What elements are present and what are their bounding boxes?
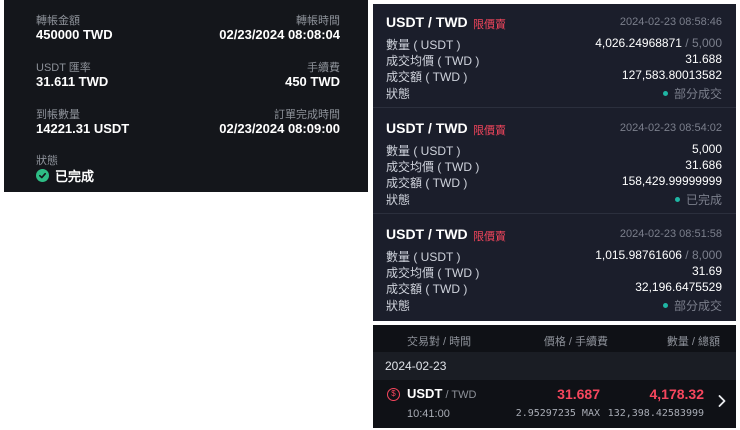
order-status-value: 已完成 [674,191,722,208]
status-badge: 已完成 [36,166,94,185]
col-pair-time: 交易對 / 時間 [407,336,472,348]
trade-time: 10:41:00 [407,408,450,420]
fee-label: 手續費 [307,62,340,74]
trade-total: 132,398.42583999 [607,408,704,419]
order-qty-value: 5,000 [691,142,722,156]
order-avg-value: 31.686 [685,158,722,172]
fee-value: 450 TWD [285,74,340,89]
order-amount-label: 成交額 ( TWD ) [386,70,468,84]
history-header: 交易對 / 時間 價格 / 手續費 數量 / 總額 [373,325,736,352]
trade-history-panel: 交易對 / 時間 價格 / 手續費 數量 / 總額 2024-02-23 $ U… [373,325,736,428]
trade-price: 31.687 [557,386,600,402]
transfer-amount-label: 轉帳金額 [36,15,80,27]
order-status-label: 狀態 [386,299,411,313]
trade-fee: 2.95297235 MAX [515,408,600,419]
transfer-amount-value: 450000 TWD [36,27,113,42]
order-time: 2024-02-23 08:51:58 [619,228,722,240]
col-price-fee: 價格 / 手續費 [543,336,608,348]
order-qty-label: 數量 ( USDT ) [386,250,461,264]
col-qty-total: 數量 / 總額 [666,336,720,348]
order-avg-label: 成交均價 ( TWD ) [386,160,480,174]
transfer-time-label: 轉帳時間 [296,15,340,27]
received-amount-value: 14221.31 USDT [36,121,130,136]
order-avg-value: 31.688 [685,52,722,66]
orders-panel: USDT / TWD 限價賣 2024-02-23 08:58:46 數量 ( … [373,4,736,321]
order-card[interactable]: USDT / TWD 限價賣 2024-02-23 08:54:02 數量 ( … [373,110,736,214]
order-type-tag: 限價賣 [473,231,506,243]
order-time: 2024-02-23 08:54:02 [619,122,722,134]
usdt-rate-value: 31.611 TWD [36,74,109,89]
date-group-header: 2024-02-23 [373,352,736,380]
order-status-value: 部分成交 [662,85,722,102]
order-time: 2024-02-23 08:58:46 [619,16,722,28]
transfer-time-value: 02/23/2024 08:08:04 [219,27,340,42]
divider [373,107,736,108]
completed-time-label: 訂單完成時間 [274,109,340,121]
order-pair: USDT / TWD [386,14,468,30]
order-pair: USDT / TWD [386,226,468,242]
status-dot-icon [662,303,668,309]
order-qty-label: 數量 ( USDT ) [386,38,461,52]
order-status-value: 部分成交 [662,297,722,314]
received-amount-label: 到帳數量 [36,109,80,121]
order-amount-label: 成交額 ( TWD ) [386,282,468,296]
order-amount-value: 32,196.6475529 [635,280,722,294]
order-card[interactable]: USDT / TWD 限價賣 2024-02-23 08:51:58 數量 ( … [373,216,736,320]
chevron-right-icon[interactable] [718,395,726,410]
order-status-label: 狀態 [386,87,411,101]
check-circle-icon [36,169,49,182]
order-qty-value: 4,026.24968871 / 5,000 [595,36,722,50]
trade-pair: USDT / TWD [407,386,477,401]
order-status-label: 狀態 [386,193,411,207]
order-avg-label: 成交均價 ( TWD ) [386,54,480,68]
status-dot-icon [674,197,680,203]
transfer-details-panel: 轉帳金額 轉帳時間 450000 TWD 02/23/2024 08:08:04… [4,0,368,192]
order-qty-value: 1,015.98761606 / 8,000 [595,248,722,262]
divider [373,213,736,214]
order-type-tag: 限價賣 [473,19,506,31]
status-dot-icon [662,91,668,97]
order-avg-label: 成交均價 ( TWD ) [386,266,480,280]
order-avg-value: 31.69 [691,264,722,278]
usdt-rate-label: USDT 匯率 [36,62,91,74]
status-value: 已完成 [55,169,95,184]
trade-qty: 4,178.32 [649,386,705,402]
order-amount-label: 成交額 ( TWD ) [386,176,468,190]
order-qty-label: 數量 ( USDT ) [386,144,461,158]
order-card[interactable]: USDT / TWD 限價賣 2024-02-23 08:58:46 數量 ( … [373,4,736,108]
order-type-tag: 限價賣 [473,125,506,137]
completed-time-value: 02/23/2024 08:09:00 [219,121,340,136]
order-amount-value: 127,583.80013582 [621,68,722,82]
coin-icon: $ [387,388,400,401]
order-amount-value: 158,429.99999999 [621,174,722,188]
date-label: 2024-02-23 [385,359,447,373]
order-pair: USDT / TWD [386,120,468,136]
